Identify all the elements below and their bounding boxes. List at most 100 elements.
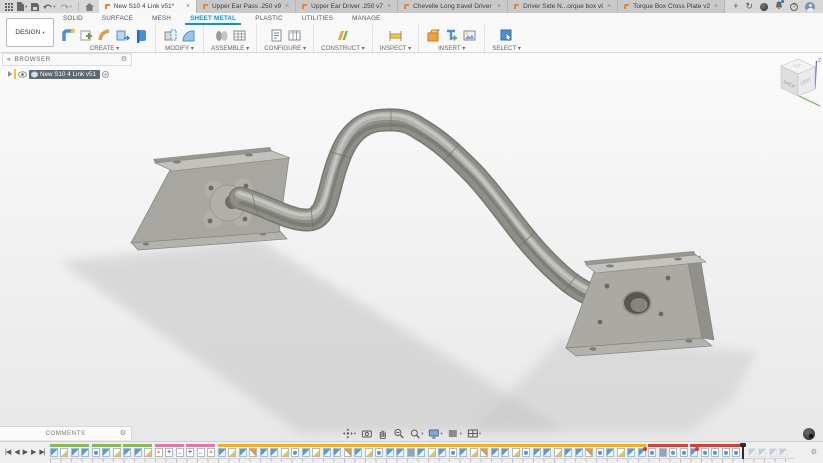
- timeline-feature-icon[interactable]: [501, 448, 509, 457]
- timeline-feature-icon[interactable]: [302, 448, 310, 457]
- unfold-tool-icon[interactable]: [163, 28, 178, 43]
- flange-tool-icon[interactable]: [61, 28, 76, 43]
- step-forward-button[interactable]: ▶: [31, 449, 35, 456]
- timeline-feature-icon[interactable]: [648, 448, 656, 457]
- timeline-feature-icon[interactable]: [344, 448, 352, 457]
- timeline-feature-icon[interactable]: [239, 448, 247, 457]
- document-tab[interactable]: Upper Ear Driver .250 v7 ×: [296, 0, 398, 13]
- timeline-feature-icon[interactable]: [758, 448, 766, 457]
- go-to-end-button[interactable]: ▶|: [39, 449, 44, 456]
- tab-close-icon[interactable]: ×: [386, 3, 392, 10]
- measure-tool-icon[interactable]: [388, 28, 403, 43]
- thicken-tool-icon[interactable]: [133, 28, 148, 43]
- status-ball-button[interactable]: [803, 428, 815, 440]
- tab-close-icon[interactable]: ×: [713, 3, 719, 10]
- bom-table-icon[interactable]: [232, 28, 247, 43]
- tab-close-icon[interactable]: ×: [606, 3, 612, 10]
- tab-close-icon[interactable]: ×: [185, 3, 191, 10]
- timeline-feature-icon[interactable]: [186, 448, 194, 457]
- timeline-feature-icon[interactable]: [176, 448, 184, 457]
- tab-solid[interactable]: SOLID: [58, 15, 88, 25]
- timeline-feature-icon[interactable]: [228, 448, 236, 457]
- select-tool-icon[interactable]: [499, 28, 514, 43]
- tab-sheet-metal[interactable]: SHEET METAL: [185, 15, 241, 25]
- redo-icon[interactable]: ▾: [60, 3, 72, 11]
- fit-button[interactable]: ▾: [409, 428, 423, 439]
- timeline-feature-icon[interactable]: [281, 448, 289, 457]
- timeline-feature-icon[interactable]: [207, 448, 215, 457]
- expand-arrow-icon[interactable]: [8, 71, 12, 77]
- timeline-feature-icon[interactable]: [459, 448, 467, 457]
- tab-close-icon[interactable]: ×: [496, 3, 502, 10]
- look-at-button[interactable]: [361, 428, 372, 439]
- timeline-feature-icon[interactable]: [779, 448, 787, 457]
- home-icon[interactable]: [85, 3, 94, 11]
- timeline-feature-icon[interactable]: [92, 448, 100, 457]
- ground-target-icon[interactable]: [102, 71, 109, 78]
- document-tab[interactable]: Chevelle Long travel Driver v2 ×: [398, 0, 508, 13]
- group-label-modify[interactable]: MODIFY ▾: [165, 45, 194, 52]
- timeline-feature-icon[interactable]: [249, 448, 257, 457]
- orbit-button[interactable]: ▾: [342, 428, 356, 439]
- configuration-doc-icon[interactable]: [269, 28, 284, 43]
- comments-bar[interactable]: COMMENTS ⚙: [0, 426, 132, 440]
- timeline-feature-icon[interactable]: [596, 448, 604, 457]
- group-label-select[interactable]: SELECT ▾: [492, 45, 521, 52]
- timeline-feature-icon[interactable]: [543, 448, 551, 457]
- timeline-feature-icon[interactable]: [575, 448, 583, 457]
- timeline-feature-icon[interactable]: [218, 448, 226, 457]
- tab-mesh[interactable]: MESH: [147, 15, 176, 25]
- job-status-icon[interactable]: [760, 3, 768, 11]
- timeline-feature-icon[interactable]: [512, 448, 520, 457]
- file-menu-icon[interactable]: ▾: [17, 2, 27, 11]
- root-component-chip[interactable]: New S10 4 Link v51: [29, 70, 100, 79]
- document-tab[interactable]: New S10 4 Link v51* ×: [99, 0, 197, 13]
- user-avatar[interactable]: [805, 2, 815, 12]
- tab-surface[interactable]: SURFACE: [97, 15, 138, 25]
- timeline-feature-icon[interactable]: [701, 448, 709, 457]
- timeline-feature-icon[interactable]: [491, 448, 499, 457]
- timeline-feature-icon[interactable]: [134, 448, 142, 457]
- timeline-feature-icon[interactable]: [155, 448, 163, 457]
- timeline-feature-icon[interactable]: [71, 448, 79, 457]
- timeline-feature-icon[interactable]: [732, 448, 740, 457]
- timeline-feature-icon[interactable]: [748, 448, 756, 457]
- timeline-feature-icon[interactable]: [165, 448, 173, 457]
- group-label-configure[interactable]: CONFIGURE ▾: [264, 45, 306, 52]
- timeline-feature-icon[interactable]: [144, 448, 152, 457]
- document-tab[interactable]: Upper Ear Pass .250 v9 ×: [197, 0, 296, 13]
- timeline-feature-icon[interactable]: [627, 448, 635, 457]
- grid-and-snaps-button[interactable]: ▾: [448, 428, 462, 439]
- group-label-inspect[interactable]: INSPECT ▾: [380, 45, 412, 52]
- timeline-feature-icon[interactable]: [375, 448, 383, 457]
- timeline-feature-icon[interactable]: [522, 448, 530, 457]
- timeline-feature-icon[interactable]: [396, 448, 404, 457]
- pan-button[interactable]: [377, 428, 388, 439]
- timeline-feature-icon[interactable]: [659, 448, 667, 457]
- timeline-settings-gear-icon[interactable]: ⚙: [805, 449, 823, 456]
- fillet-dome-icon[interactable]: [181, 28, 196, 43]
- timeline-feature-icon[interactable]: [291, 448, 299, 457]
- timeline-feature-icon[interactable]: [123, 448, 131, 457]
- timeline-feature-icon[interactable]: [690, 448, 698, 457]
- timeline-feature-icon[interactable]: [365, 448, 373, 457]
- timeline-feature-icon[interactable]: [386, 448, 394, 457]
- timeline-feature-icon[interactable]: [769, 448, 777, 457]
- insert-image-icon[interactable]: [462, 28, 477, 43]
- timeline-feature-icon[interactable]: [638, 448, 646, 457]
- timeline-feature-icon[interactable]: [585, 448, 593, 457]
- configuration-table-icon[interactable]: [287, 28, 302, 43]
- timeline-feature-icon[interactable]: [480, 448, 488, 457]
- browser-settings-gear-icon[interactable]: ⚙: [121, 56, 127, 63]
- timeline-feature-icon[interactable]: [417, 448, 425, 457]
- timeline-feature-icon[interactable]: [113, 448, 121, 457]
- timeline-feature-icon[interactable]: [428, 448, 436, 457]
- timeline-feature-icon[interactable]: [470, 448, 478, 457]
- create-sketch-icon[interactable]: [79, 28, 94, 43]
- insert-decal-icon[interactable]: [426, 28, 441, 43]
- display-settings-button[interactable]: ▾: [428, 428, 442, 439]
- sync-icon[interactable]: ↻: [745, 2, 753, 11]
- document-tab[interactable]: Driver Side N...orque box v8* ×: [508, 0, 618, 13]
- comments-settings-gear-icon[interactable]: ⚙: [120, 430, 126, 437]
- go-to-start-button[interactable]: |◀: [5, 449, 10, 456]
